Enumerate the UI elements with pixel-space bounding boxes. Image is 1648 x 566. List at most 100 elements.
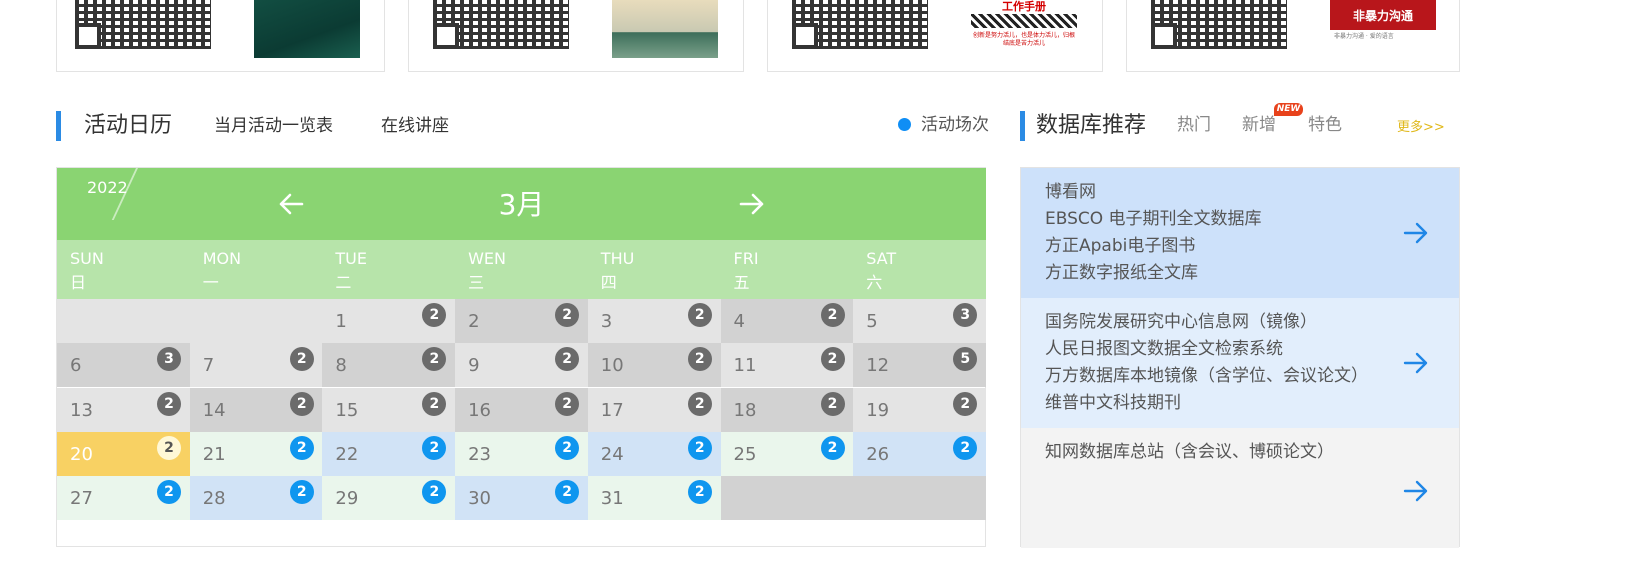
more-link[interactable]: 更多>> bbox=[1397, 119, 1445, 137]
day-number: 22 bbox=[335, 443, 359, 465]
weekday-header: SUN 日 bbox=[57, 240, 189, 299]
calendar-day[interactable]: 22 bbox=[455, 299, 589, 343]
calendar-day[interactable]: 20 2 bbox=[57, 431, 190, 476]
event-count-badge: 2 bbox=[687, 347, 712, 372]
day-number: 13 bbox=[70, 399, 93, 421]
calendar-day[interactable]: 16 2 bbox=[455, 387, 589, 432]
calendar-day[interactable]: 13 2 bbox=[57, 387, 190, 432]
weekday-cn: 六 bbox=[866, 273, 883, 292]
tab-hot[interactable]: 热门 bbox=[1177, 113, 1211, 137]
calendar-day[interactable]: 27 2 bbox=[57, 476, 190, 521]
database-link[interactable]: EBSCO 电子期刊全文数据库 bbox=[1045, 208, 1262, 230]
event-count-badge: 2 bbox=[422, 391, 447, 416]
book-cover[interactable]: 非暴力沟通 非暴力沟通 · 爱的语言 bbox=[1330, 0, 1436, 58]
calendar-day[interactable]: 12 bbox=[322, 299, 456, 343]
calendar-empty-cell bbox=[57, 299, 190, 343]
calendar-day[interactable]: 25 2 bbox=[720, 431, 854, 476]
weekday-en: THU bbox=[600, 249, 635, 268]
calendar-day[interactable]: 92 bbox=[455, 343, 589, 388]
day-number: 2 bbox=[468, 311, 480, 332]
database-link[interactable]: 维普中文科技期刊 bbox=[1045, 392, 1181, 414]
weekday-header: MON 一 bbox=[190, 240, 322, 299]
calendar-day[interactable]: 23 2 bbox=[455, 431, 589, 476]
calendar-day[interactable]: 53 bbox=[853, 299, 987, 343]
day-number: 8 bbox=[335, 355, 347, 377]
database-link[interactable]: 方正数字报纸全文库 bbox=[1045, 262, 1198, 284]
calendar-day[interactable]: 17 2 bbox=[587, 387, 721, 432]
event-count-badge: 2 bbox=[157, 480, 181, 505]
activity-header: 活动日历 当月活动一览表 在线讲座 bbox=[56, 111, 996, 141]
calendar-day[interactable]: 42 bbox=[720, 299, 854, 343]
weekday-header: SAT 六 bbox=[853, 240, 985, 299]
calendar-day[interactable]: 22 2 bbox=[322, 431, 456, 476]
arrow-right-icon[interactable] bbox=[1401, 476, 1431, 506]
day-number: 12 bbox=[866, 355, 890, 377]
database-link[interactable]: 方正Apabi电子图书 bbox=[1045, 235, 1195, 257]
calendar-day[interactable]: 24 2 bbox=[587, 431, 721, 476]
day-number: 20 bbox=[70, 443, 93, 465]
event-count-badge: 2 bbox=[289, 347, 314, 372]
section-accent-bar bbox=[1020, 111, 1025, 141]
day-number: 9 bbox=[468, 355, 480, 377]
database-link[interactable]: 人民日报图文数据全文检索系统 bbox=[1045, 338, 1283, 360]
book-card[interactable]: 非暴力沟通 非暴力沟通 · 爱的语言 bbox=[1126, 0, 1460, 72]
event-count-badge: 5 bbox=[953, 347, 978, 372]
book-card[interactable]: 工作手册 创新是努力活儿，也是体力活儿，归根结底是苦力活儿 bbox=[767, 0, 1103, 72]
new-badge: NEW bbox=[1274, 103, 1303, 116]
day-number: 3 bbox=[600, 311, 613, 332]
event-count-badge: 2 bbox=[555, 480, 580, 505]
day-number: 17 bbox=[600, 399, 624, 421]
calendar-day[interactable]: 31 2 bbox=[587, 476, 721, 521]
database-group[interactable]: 博看网 EBSCO 电子期刊全文数据库 方正Apabi电子图书 方正数字报纸全文库 bbox=[1021, 168, 1459, 298]
next-month-arrow-icon[interactable] bbox=[736, 188, 768, 220]
arrow-right-icon[interactable] bbox=[1401, 218, 1431, 248]
event-count-badge: 2 bbox=[687, 480, 712, 505]
calendar-day[interactable]: 10 2 bbox=[587, 343, 721, 388]
database-group[interactable]: 知网数据库总站（含会议、博硕论文） bbox=[1021, 428, 1459, 548]
book-cover[interactable] bbox=[612, 0, 718, 58]
tab-monthly-list[interactable]: 当月活动一览表 bbox=[214, 114, 333, 138]
calendar-day[interactable]: 32 bbox=[587, 299, 721, 343]
calendar-day[interactable]: 15 2 bbox=[322, 387, 456, 432]
calendar-day[interactable]: 12 5 bbox=[853, 343, 987, 388]
tab-featured[interactable]: 特色 bbox=[1308, 113, 1342, 137]
day-number: 27 bbox=[70, 488, 93, 510]
calendar-day[interactable]: 21 2 bbox=[189, 431, 323, 476]
day-number: 5 bbox=[866, 311, 878, 332]
weekday-cn: 五 bbox=[733, 273, 750, 292]
day-number: 30 bbox=[468, 488, 491, 510]
event-count-badge: 2 bbox=[820, 391, 845, 416]
day-number: 16 bbox=[468, 399, 491, 421]
calendar-day[interactable]: 30 2 bbox=[455, 476, 589, 521]
tab-new[interactable]: 新增 bbox=[1242, 113, 1276, 137]
arrow-right-icon[interactable] bbox=[1401, 348, 1431, 378]
day-number: 18 bbox=[733, 399, 757, 421]
calendar-day[interactable]: 28 2 bbox=[189, 476, 323, 521]
calendar-month: 3月 bbox=[498, 188, 545, 221]
calendar-header: 2022 3月 bbox=[57, 168, 986, 240]
database-group[interactable]: 国务院发展研究中心信息网（镜像） 人民日报图文数据全文检索系统万方数据库本地镜像（… bbox=[1021, 298, 1459, 428]
database-link[interactable]: 知网数据库总站（含会议、博硕论文） bbox=[1045, 441, 1334, 463]
book-cover[interactable] bbox=[254, 0, 360, 58]
calendar-day[interactable]: 11 2 bbox=[720, 343, 854, 388]
calendar-day[interactable]: 29 2 bbox=[322, 476, 456, 521]
book-card[interactable] bbox=[56, 0, 385, 72]
calendar-day[interactable]: 26 2 bbox=[853, 431, 987, 476]
calendar-day[interactable]: 72 bbox=[189, 343, 323, 388]
tab-online-lecture[interactable]: 在线讲座 bbox=[381, 114, 449, 138]
database-link[interactable]: 博看网 bbox=[1045, 181, 1096, 203]
calendar-day[interactable]: 63 bbox=[57, 343, 190, 388]
prev-month-arrow-icon[interactable] bbox=[275, 188, 307, 220]
calendar-day[interactable]: 14 2 bbox=[189, 387, 323, 432]
day-number: 23 bbox=[468, 443, 491, 465]
calendar-day[interactable]: 82 bbox=[322, 343, 456, 388]
database-link[interactable]: 万方数据库本地镜像（含学位、会议论文） bbox=[1045, 365, 1368, 387]
book-card[interactable] bbox=[408, 0, 744, 72]
weekday-cn: 一 bbox=[202, 273, 219, 292]
day-number: 24 bbox=[600, 443, 624, 465]
book-cover[interactable]: 工作手册 创新是努力活儿，也是体力活儿，归根结底是苦力活儿 bbox=[971, 0, 1077, 58]
day-number: 28 bbox=[202, 488, 226, 510]
database-link[interactable]: 国务院发展研究中心信息网（镜像） bbox=[1045, 311, 1317, 333]
calendar-day[interactable]: 18 2 bbox=[720, 387, 854, 432]
calendar-day[interactable]: 19 2 bbox=[853, 387, 987, 432]
